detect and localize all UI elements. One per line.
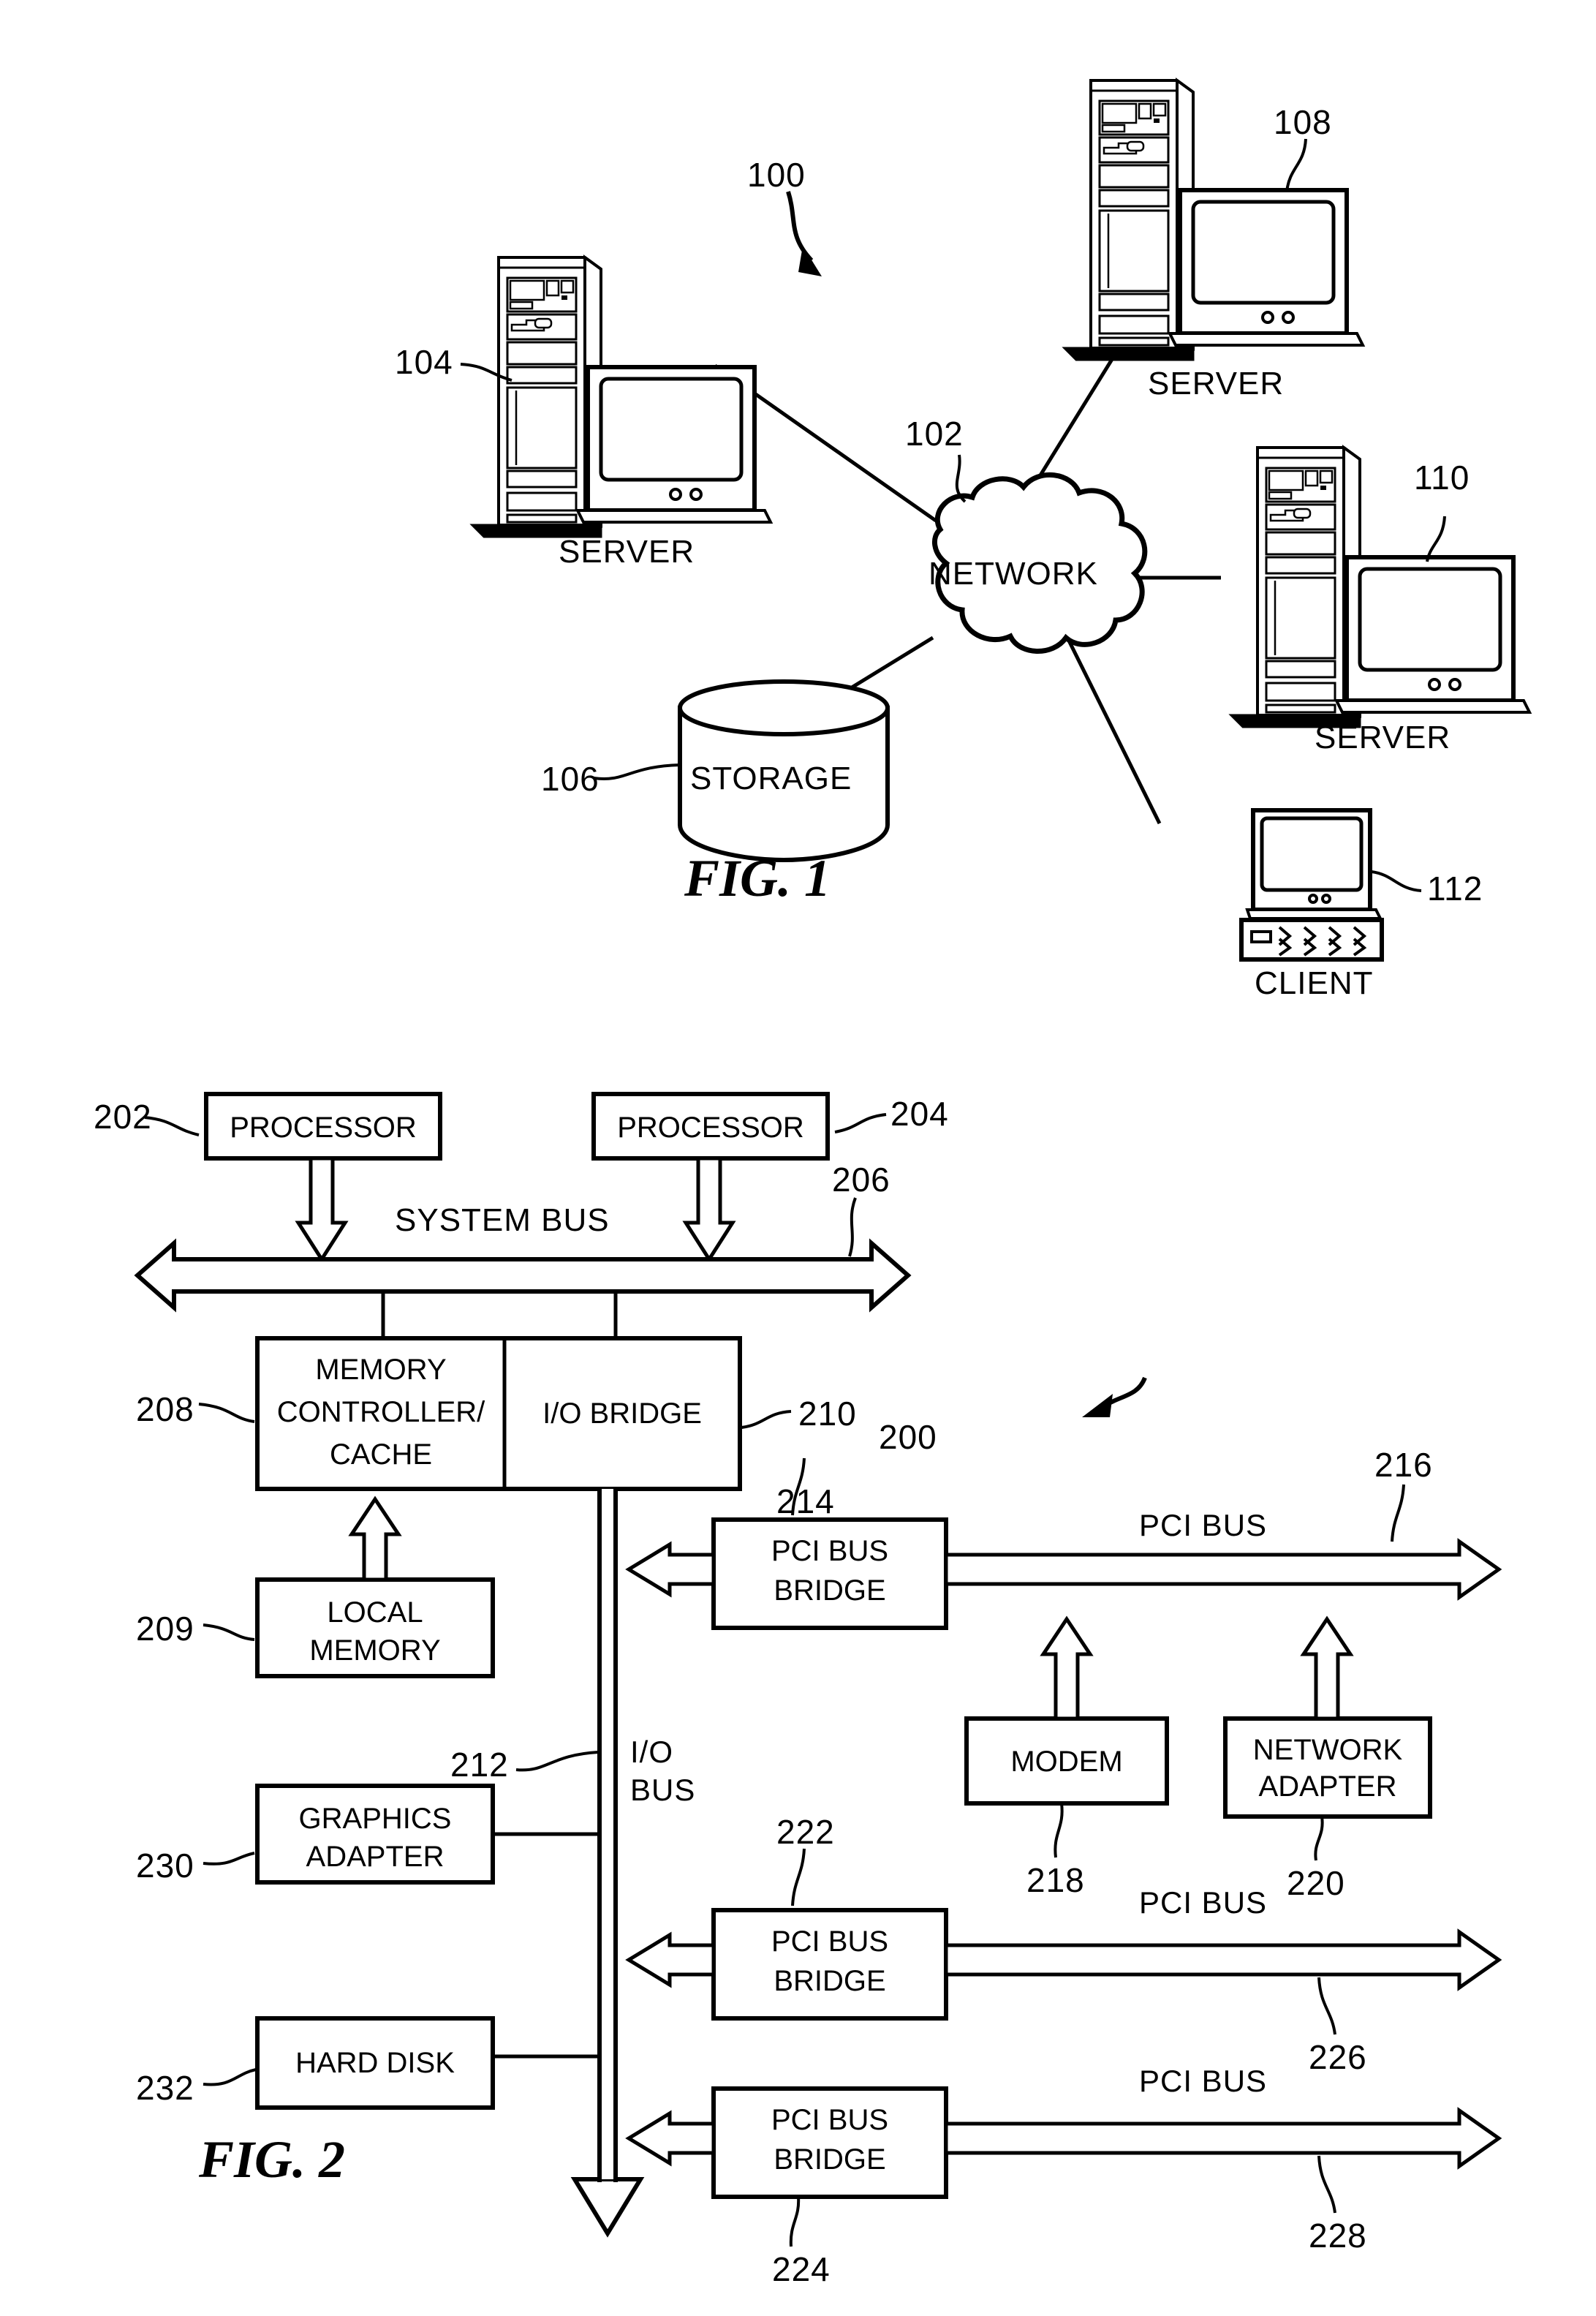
ref-number-228: 228	[1309, 2217, 1367, 2255]
ref-number-224: 224	[772, 2250, 831, 2288]
server-110-label: SERVER	[1315, 720, 1451, 755]
modem-label: MODEM	[1010, 1746, 1123, 1778]
memory-controller-label-line1: MEMORY	[315, 1354, 447, 1386]
pci-bus-216-label: PCI BUS	[1139, 1508, 1268, 1542]
pci-bus-226-label: PCI BUS	[1139, 1885, 1268, 1920]
ref-number-100: 100	[747, 156, 806, 194]
local-memory-arrow	[348, 1495, 402, 1582]
ref-number-222: 222	[776, 1813, 835, 1851]
ref-leader-228	[1317, 2155, 1336, 2214]
ref-leader-110	[1426, 516, 1446, 562]
ref-leader-108	[1285, 138, 1307, 192]
network-adapter-label-line1: NETWORK	[1252, 1734, 1403, 1766]
ref-leader-212	[515, 1751, 599, 1772]
ref-number-230: 230	[136, 1847, 194, 1885]
client-112-graphic	[1239, 808, 1384, 962]
pci-bus-226-arrow	[944, 1928, 1502, 1991]
ref-number-110: 110	[1414, 459, 1470, 497]
client-label: CLIENT	[1255, 965, 1374, 1001]
ref-number-102: 102	[905, 415, 964, 453]
ref-leader-210	[741, 1410, 792, 1429]
io-bus-label-line2: BUS	[630, 1773, 696, 1807]
io-bus-label-line1: I/O	[630, 1735, 674, 1769]
ref-leader-222	[791, 1848, 806, 1906]
bridge-214-to-io-bus-arrow	[625, 1541, 716, 1598]
ref-number-108: 108	[1274, 103, 1332, 141]
ref-leader-209	[203, 1623, 255, 1641]
hard-disk-label: HARD DISK	[295, 2047, 455, 2079]
ref-number-208: 208	[136, 1390, 194, 1428]
memory-controller-label-line3: CACHE	[329, 1438, 433, 1471]
figure-1-caption: FIG. 1	[684, 849, 831, 908]
ref-number-210: 210	[798, 1395, 857, 1433]
ref-number-220: 220	[1287, 1864, 1345, 1902]
graphics-adapter-label-line1: GRAPHICS	[298, 1803, 452, 1835]
ref-leader-112	[1371, 870, 1422, 892]
pci-bus-228-label: PCI BUS	[1139, 2064, 1268, 2098]
server-108-label: SERVER	[1148, 366, 1285, 401]
ref-leader-220	[1314, 1816, 1324, 1861]
pci-bus-bridge-222-label-line2: BRIDGE	[774, 1965, 886, 1997]
ref-leader-224	[789, 2196, 801, 2247]
pci-bus-228-arrow	[944, 2107, 1502, 2170]
memory-controller-label-line2: CONTROLLER/	[276, 1396, 485, 1428]
patent-drawing-sheet: 100 102 NETWORK 104 SERVER 108 SERVER 11…	[0, 0, 1596, 2316]
ref-number-104: 104	[395, 343, 453, 381]
ref-number-202: 202	[94, 1098, 152, 1136]
local-memory-label-line1: LOCAL	[327, 1596, 423, 1629]
ref-number-216: 216	[1374, 1446, 1433, 1484]
bridge-224-to-io-bus-arrow	[625, 2110, 716, 2167]
pci-bus-bridge-224-label-line1: PCI BUS	[771, 2104, 889, 2136]
processor-202-bus-arrow	[295, 1156, 349, 1263]
ref-leader-208	[198, 1403, 255, 1423]
ref-number-200: 200	[879, 1418, 937, 1456]
local-memory-label-line2: MEMORY	[309, 1634, 441, 1667]
ref-leader-230	[203, 1852, 255, 1866]
ref-leader-218	[1054, 1803, 1064, 1858]
processor-202-label: PROCESSOR	[230, 1112, 417, 1144]
ref-number-209: 209	[136, 1610, 194, 1648]
pci-bus-bridge-214-label-line2: BRIDGE	[774, 1574, 886, 1607]
ref-number-218: 218	[1026, 1861, 1085, 1899]
pci-bus-bridge-214-label-line1: PCI BUS	[771, 1535, 889, 1567]
system-bus-label: SYSTEM BUS	[395, 1202, 610, 1238]
network-adapter-label-line2: ADAPTER	[1258, 1770, 1397, 1803]
ref-leader-216	[1391, 1484, 1405, 1542]
ref-number-206: 206	[832, 1161, 890, 1199]
figure-2-caption: FIG. 2	[199, 2130, 346, 2189]
network-label: NETWORK	[929, 556, 1098, 592]
processor-204-label: PROCESSOR	[617, 1112, 804, 1144]
fig2-system-pointer	[1082, 1376, 1147, 1417]
ref-number-214: 214	[776, 1482, 835, 1520]
modem-arrow	[1040, 1615, 1094, 1721]
ref-number-232: 232	[136, 2069, 194, 2107]
ref-leader-204	[834, 1113, 887, 1134]
ref-leader-206	[848, 1197, 857, 1257]
storage-label: STORAGE	[690, 761, 852, 796]
system-bus-arrow	[134, 1238, 912, 1313]
server-104-graphic	[471, 256, 771, 538]
ref-number-204: 204	[890, 1095, 949, 1133]
ref-number-112: 112	[1427, 870, 1483, 908]
ref-leader-202	[144, 1116, 200, 1136]
ref-leader-232	[203, 2068, 257, 2086]
io-bus-line	[570, 1489, 645, 2238]
ref-number-106: 106	[541, 760, 600, 798]
graphics-adapter-label-line2: ADAPTER	[306, 1841, 445, 1873]
pci-bus-bridge-222-label-line1: PCI BUS	[771, 1925, 889, 1958]
pci-bus-bridge-224-label-line2: BRIDGE	[774, 2143, 886, 2176]
processor-204-bus-arrow	[682, 1156, 736, 1263]
server-110-graphic	[1230, 446, 1529, 728]
ref-number-212: 212	[450, 1746, 509, 1784]
server-104-label: SERVER	[559, 534, 695, 570]
ref-leader-226	[1317, 1977, 1336, 2035]
io-bridge-label: I/O BRIDGE	[542, 1397, 702, 1430]
ref-number-226: 226	[1309, 2038, 1367, 2076]
network-adapter-arrow	[1300, 1615, 1354, 1721]
bridge-222-to-io-bus-arrow	[625, 1931, 716, 1988]
fig1-system-pointer	[786, 191, 822, 276]
ref-leader-106	[593, 763, 681, 780]
pci-bus-216-arrow	[944, 1538, 1502, 1601]
